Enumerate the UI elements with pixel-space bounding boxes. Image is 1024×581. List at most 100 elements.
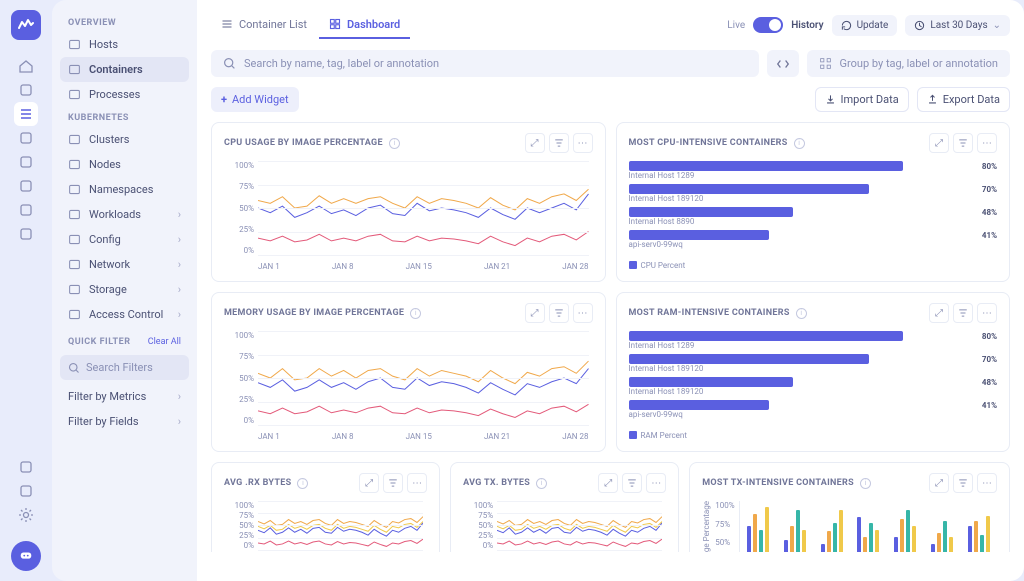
filter-icon[interactable] [953, 303, 973, 323]
more-icon[interactable]: ⋯ [977, 133, 997, 153]
info-icon[interactable]: i [860, 478, 871, 489]
info-icon[interactable]: i [794, 138, 805, 149]
filter-icon[interactable] [953, 473, 973, 493]
filter-by-fields[interactable]: Filter by Fields› [60, 409, 189, 434]
bell-icon[interactable] [14, 150, 38, 174]
home-icon[interactable] [14, 54, 38, 78]
card-tx_intensive: MOST TX-INTENSIVE CONTAINERS i ⤢ ⋯ Usage Per… [689, 462, 1010, 552]
more-icon[interactable]: ⋯ [977, 473, 997, 493]
sidebar-item-network[interactable]: Network› [60, 252, 189, 277]
card-ram_intensive: MOST RAM-INTENSIVE CONTAINERS i ⤢ ⋯ 80%Inter… [616, 292, 1011, 452]
kubernetes-label: KUBERNETES [60, 107, 189, 127]
filter-icon[interactable] [383, 473, 403, 493]
chevron-right-icon: › [178, 308, 181, 321]
search-filters-input[interactable]: Search Filters [60, 355, 189, 380]
chat-icon[interactable] [11, 541, 41, 571]
file-icon[interactable] [14, 126, 38, 150]
filter-by-metrics[interactable]: Filter by Metrics› [60, 384, 189, 409]
export-data-button[interactable]: Export Data [917, 87, 1010, 112]
card-title: MEMORY USAGE BY IMAGE PERCENTAGE [224, 308, 404, 318]
card-title: AVG .RX BYTES [224, 478, 291, 488]
card-title: AVG TX. BYTES [463, 478, 530, 488]
line-chart: 100%75%50%25%0% [224, 501, 427, 552]
chevron-right-icon: › [178, 233, 181, 246]
card-title: CPU USAGE BY IMAGE PERCENTAGE [224, 138, 383, 148]
info-icon[interactable]: i [297, 478, 308, 489]
card-cpu_usage: CPU USAGE BY IMAGE PERCENTAGE i ⤢ ⋯ 100%75%5… [211, 122, 606, 282]
app-logo[interactable] [11, 10, 41, 40]
live-history-toggle[interactable] [753, 17, 783, 33]
info-icon[interactable]: i [389, 138, 400, 149]
import-data-button[interactable]: Import Data [815, 87, 909, 112]
line-chart: 100%75%50%25%0% [463, 501, 666, 552]
filter-icon[interactable] [953, 133, 973, 153]
stack-icon[interactable] [14, 78, 38, 102]
headset-icon[interactable] [14, 455, 38, 479]
group-by-input[interactable]: Group by tag, label or annotation [807, 50, 1010, 77]
expand-icon[interactable]: ⤢ [598, 473, 618, 493]
clipboard-icon[interactable] [14, 222, 38, 246]
grouped-bar-chart: Usage Percentage100%75%50%25% [702, 501, 997, 552]
sidebar-item-processes[interactable]: Processes [60, 82, 189, 107]
chevron-right-icon: › [178, 208, 181, 221]
sidebar-item-namespaces[interactable]: Namespaces [60, 177, 189, 202]
expand-icon[interactable]: ⤢ [359, 473, 379, 493]
expand-icon[interactable]: ⤢ [525, 133, 545, 153]
more-icon[interactable]: ⋯ [573, 133, 593, 153]
more-icon[interactable]: ⋯ [646, 473, 666, 493]
filter-icon[interactable] [549, 303, 569, 323]
filter-icon[interactable] [549, 133, 569, 153]
horizontal-bar-chart: 80%Internal Host 128970%Internal Host 18… [629, 161, 998, 271]
icon-rail [0, 0, 52, 581]
card-cpu_intensive: MOST CPU-INTENSIVE CONTAINERS i ⤢ ⋯ 80%Inter… [616, 122, 1011, 282]
expand-icon[interactable]: ⤢ [525, 303, 545, 323]
robot-icon[interactable] [14, 198, 38, 222]
sidebar: OVERVIEW HostsContainersProcesses KUBERN… [52, 0, 197, 581]
expand-icon[interactable]: ⤢ [929, 303, 949, 323]
card-title: MOST CPU-INTENSIVE CONTAINERS [629, 138, 788, 148]
code-button[interactable] [767, 50, 799, 77]
date-range-button[interactable]: Last 30 Days ⌄ [905, 15, 1010, 36]
sidebar-item-storage[interactable]: Storage› [60, 277, 189, 302]
more-icon[interactable]: ⋯ [407, 473, 427, 493]
sidebar-item-config[interactable]: Config› [60, 227, 189, 252]
search-input[interactable]: Search by name, tag, label or annotation [211, 50, 759, 77]
line-chart: 100%75%50%25%0%JAN 1JAN 8JAN 15JAN 21JAN… [224, 331, 593, 441]
card-title: MOST RAM-INTENSIVE CONTAINERS [629, 308, 790, 318]
info-icon[interactable]: i [410, 308, 421, 319]
add-widget-button[interactable]: +Add Widget [211, 87, 299, 112]
sidebar-item-clusters[interactable]: Clusters [60, 127, 189, 152]
tree-icon[interactable] [14, 174, 38, 198]
card-avg_rx: AVG .RX BYTES i ⤢ ⋯ 100%75%50%25%0% [211, 462, 440, 552]
live-label: Live [727, 20, 745, 31]
sidebar-item-access-control[interactable]: Access Control› [60, 302, 189, 327]
sidebar-item-workloads[interactable]: Workloads› [60, 202, 189, 227]
expand-icon[interactable]: ⤢ [929, 473, 949, 493]
info-icon[interactable]: i [796, 308, 807, 319]
info-icon[interactable]: i [536, 478, 547, 489]
gear-icon[interactable] [14, 503, 38, 527]
list-icon[interactable] [14, 102, 38, 126]
cube-icon[interactable] [14, 479, 38, 503]
update-button[interactable]: Update [832, 15, 898, 36]
overview-label: OVERVIEW [60, 12, 189, 32]
more-icon[interactable]: ⋯ [573, 303, 593, 323]
sidebar-item-containers[interactable]: Containers [60, 57, 189, 82]
card-mem_usage: MEMORY USAGE BY IMAGE PERCENTAGE i ⤢ ⋯ 100%7… [211, 292, 606, 452]
chevron-right-icon: › [178, 258, 181, 271]
quick-filter-label: QUICK FILTER [68, 337, 130, 347]
card-title: MOST TX-INTENSIVE CONTAINERS [702, 478, 854, 488]
main-content: Container List Dashboard Live History Up… [197, 0, 1024, 581]
line-chart: 100%75%50%25%0%JAN 1JAN 8JAN 15JAN 21JAN… [224, 161, 593, 271]
horizontal-bar-chart: 80%Internal Host 128970%Internal Host 18… [629, 331, 998, 441]
more-icon[interactable]: ⋯ [977, 303, 997, 323]
clear-all-link[interactable]: Clear All [148, 337, 181, 347]
tab-dashboard[interactable]: Dashboard [319, 12, 410, 39]
filter-icon[interactable] [622, 473, 642, 493]
sidebar-item-hosts[interactable]: Hosts [60, 32, 189, 57]
tab-container-list[interactable]: Container List [211, 12, 317, 39]
history-label: History [791, 20, 823, 31]
chevron-right-icon: › [178, 283, 181, 296]
expand-icon[interactable]: ⤢ [929, 133, 949, 153]
sidebar-item-nodes[interactable]: Nodes [60, 152, 189, 177]
